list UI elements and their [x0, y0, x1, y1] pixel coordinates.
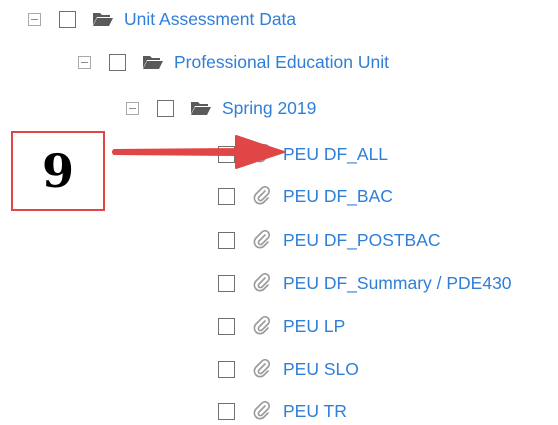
tree-file-peu-df-postbac: PEU DF_POSTBAC — [218, 225, 441, 255]
file-checkbox[interactable] — [218, 231, 235, 249]
tree-node-unit-assessment-data: Unit Assessment Data — [28, 4, 296, 34]
collapse-toggle[interactable] — [78, 55, 91, 69]
tree-node-spring-2019: Spring 2019 — [126, 93, 316, 123]
file-link[interactable]: PEU LP — [283, 316, 345, 337]
file-checkbox[interactable] — [218, 402, 235, 420]
file-link[interactable]: PEU TR — [283, 401, 347, 422]
file-link[interactable]: PEU DF_Summary / PDE430 — [283, 273, 512, 294]
paperclip-icon — [251, 401, 273, 421]
tree-file-peu-tr: PEU TR — [218, 396, 347, 425]
node-checkbox[interactable] — [59, 10, 76, 28]
tree-file-peu-slo: PEU SLO — [218, 354, 359, 384]
tree-file-peu-df-summary: PEU DF_Summary / PDE430 — [218, 268, 512, 298]
file-link[interactable]: PEU DF_POSTBAC — [283, 230, 441, 251]
step-number-callout: 9 — [11, 131, 105, 211]
file-link[interactable]: PEU DF_ALL — [283, 144, 388, 165]
collapse-toggle[interactable] — [28, 12, 41, 26]
file-link[interactable]: PEU SLO — [283, 359, 359, 380]
callout-arrow-icon — [112, 135, 285, 169]
tree-file-peu-lp: PEU LP — [218, 311, 345, 341]
node-checkbox[interactable] — [157, 99, 174, 117]
tree-node-label[interactable]: Unit Assessment Data — [124, 9, 296, 30]
step-number: 9 — [41, 144, 74, 198]
folder-open-icon — [142, 52, 164, 72]
paperclip-icon — [251, 359, 273, 379]
tree-node-professional-education-unit: Professional Education Unit — [78, 47, 389, 77]
paperclip-icon — [251, 273, 273, 293]
folder-open-icon — [92, 9, 114, 29]
file-checkbox[interactable] — [218, 187, 235, 205]
file-link[interactable]: PEU DF_BAC — [283, 186, 393, 207]
paperclip-icon — [251, 186, 273, 206]
tree-file-peu-df-bac: PEU DF_BAC — [218, 181, 393, 211]
paperclip-icon — [251, 230, 273, 250]
collapse-toggle[interactable] — [126, 101, 139, 115]
paperclip-icon — [251, 316, 273, 336]
tree-node-label[interactable]: Professional Education Unit — [174, 52, 389, 73]
file-checkbox[interactable] — [218, 317, 235, 335]
node-checkbox[interactable] — [109, 53, 126, 71]
file-checkbox[interactable] — [218, 274, 235, 292]
folder-open-icon — [190, 98, 212, 118]
file-checkbox[interactable] — [218, 360, 235, 378]
tree-node-label[interactable]: Spring 2019 — [222, 98, 316, 119]
